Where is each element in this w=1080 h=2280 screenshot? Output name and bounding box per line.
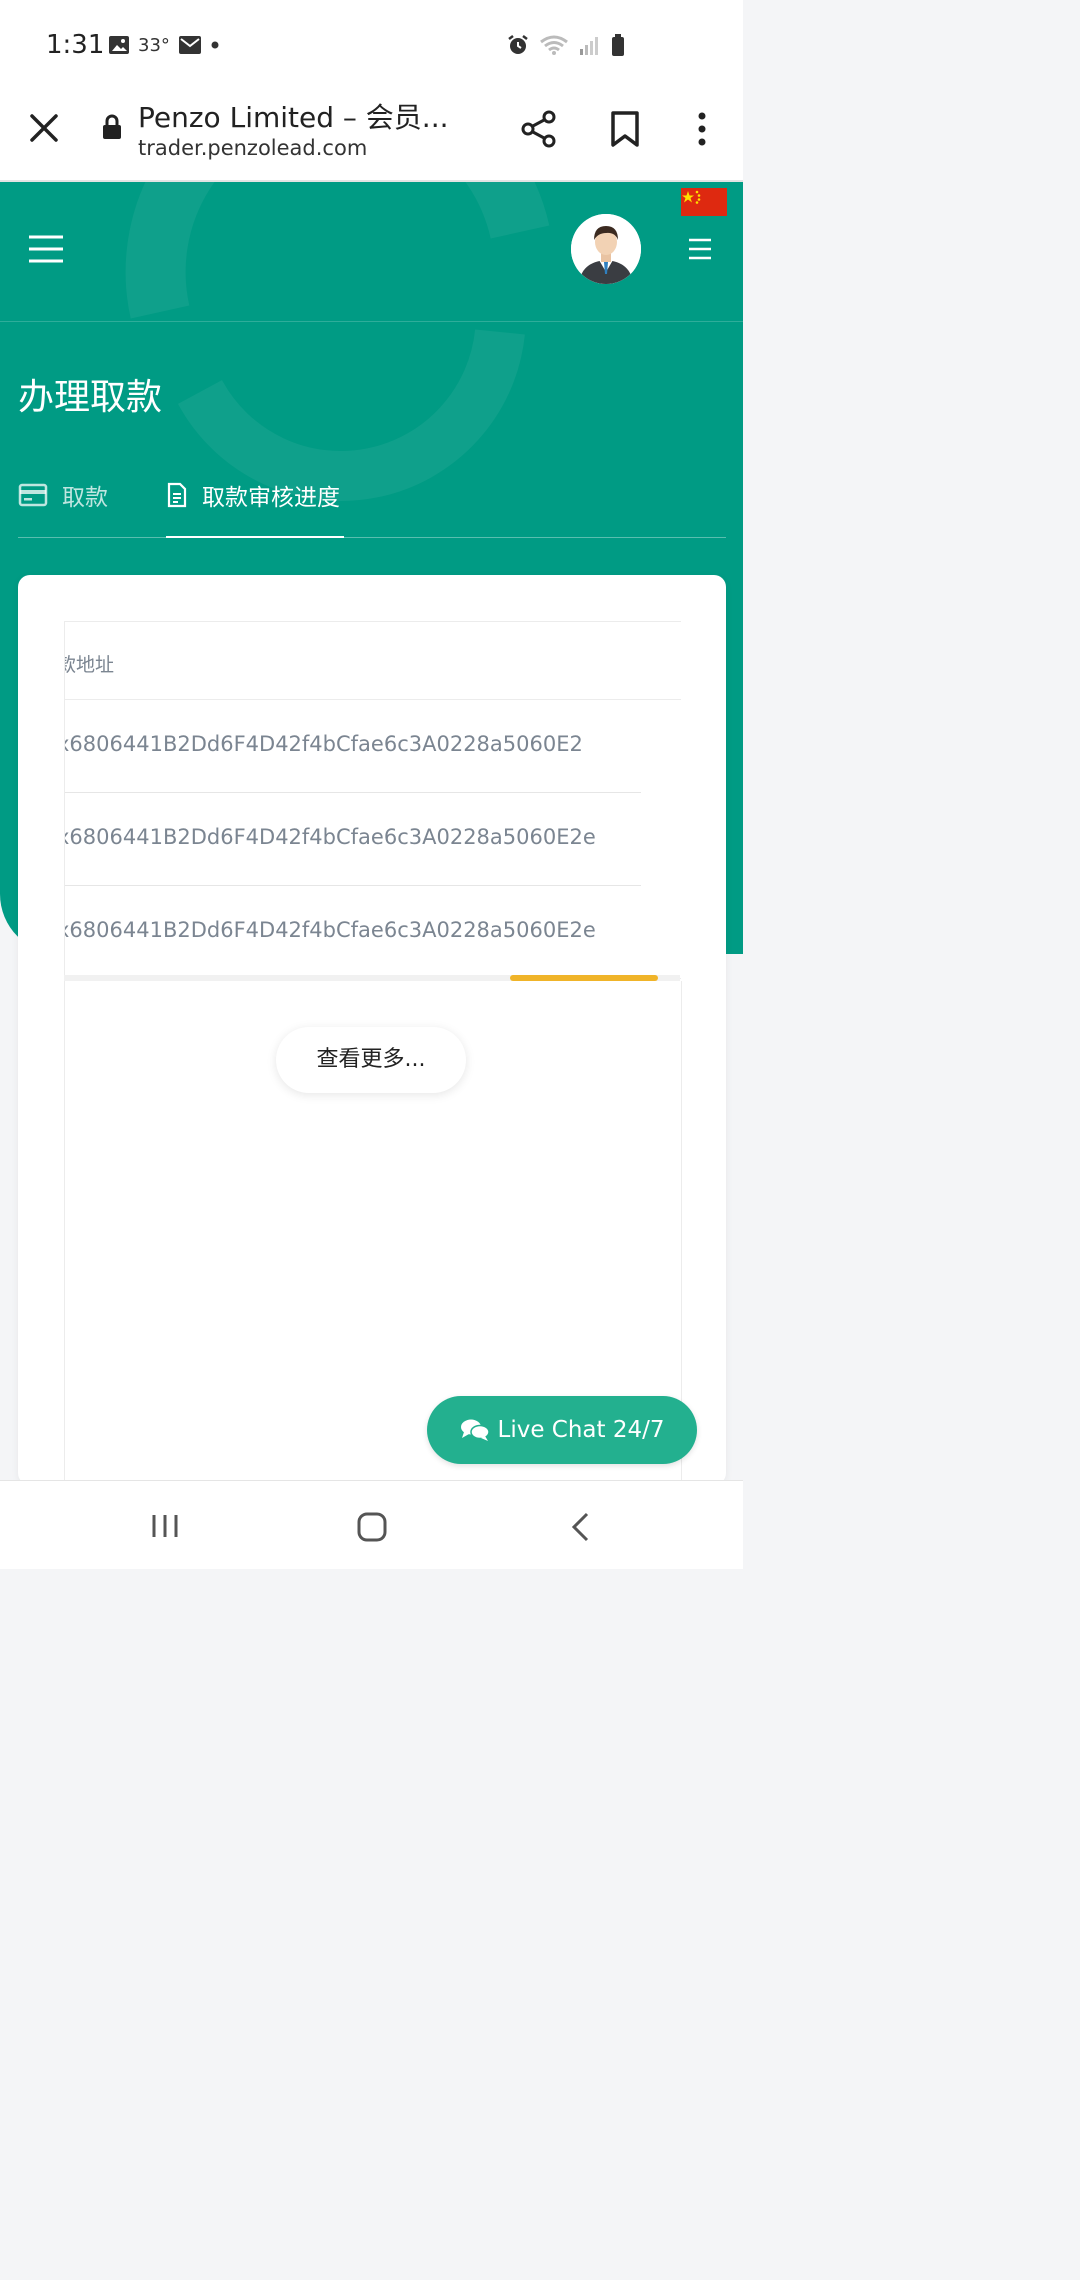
tab-withdraw-progress[interactable]: 取款审核进度: [166, 478, 340, 512]
signal-icon: [580, 37, 598, 55]
back-icon[interactable]: [570, 1511, 590, 1543]
table-row: x6806441B2Dd6F4D42f4bCfae6c3A0228a5060E2…: [65, 886, 641, 978]
system-nav-bar: [0, 1480, 743, 1569]
wifi-icon: [540, 35, 568, 55]
column-header-address: 款地址: [65, 654, 115, 676]
close-icon[interactable]: [28, 112, 60, 144]
live-chat-button[interactable]: Live Chat 24/7: [427, 1396, 697, 1464]
table-row: x6806441B2Dd6F4D42f4bCfae6c3A0228a5060E2: [65, 700, 641, 793]
star-icon: [682, 190, 701, 204]
battery-icon: [612, 34, 624, 56]
section-title: 办理取款: [18, 377, 163, 418]
status-time: 1:31: [46, 30, 105, 60]
language-flag-cn[interactable]: [681, 188, 727, 216]
bookmark-icon[interactable]: [608, 110, 642, 148]
address-cell: x6806441B2Dd6F4D42f4bCfae6c3A0228a5060E2: [64, 732, 583, 756]
withdrawal-table[interactable]: 款地址 x6806441B2Dd6F4D42f4bCfae6c3A0228a50…: [64, 621, 681, 979]
mail-icon: [178, 36, 201, 54]
card-icon: [18, 483, 48, 507]
menu-icon[interactable]: [688, 238, 712, 260]
page-title[interactable]: Penzo Limited – 会员...: [138, 96, 449, 136]
address-cell: x6806441B2Dd6F4D42f4bCfae6c3A0228a5060E2…: [64, 825, 596, 849]
tabs-divider: [18, 537, 726, 538]
tab-progress-label: 取款审核进度: [202, 485, 340, 511]
page-url[interactable]: trader.penzolead.com: [138, 136, 367, 160]
table-header: 款地址: [65, 622, 681, 700]
divider: [0, 321, 743, 322]
temperature: 33°: [138, 34, 170, 56]
status-icons-left: 33°: [108, 34, 220, 56]
document-icon: [167, 482, 187, 508]
image-icon: [109, 36, 129, 54]
withdrawal-card: 款地址 x6806441B2Dd6F4D42f4bCfae6c3A0228a50…: [18, 575, 726, 1485]
address-cell: x6806441B2Dd6F4D42f4bCfae6c3A0228a5060E2…: [64, 918, 596, 942]
browser-toolbar: Penzo Limited – 会员... trader.penzolead.c…: [0, 90, 743, 182]
tab-withdraw[interactable]: 取款: [18, 478, 108, 512]
table-row: x6806441B2Dd6F4D42f4bCfae6c3A0228a5060E2…: [65, 793, 641, 886]
active-tab-indicator: [166, 536, 344, 538]
live-chat-label: Live Chat 24/7: [497, 1417, 665, 1443]
status-icons-right: [507, 34, 625, 56]
chat-bubbles-icon: [460, 1419, 490, 1441]
avatar[interactable]: [571, 214, 641, 284]
recent-apps-icon[interactable]: [150, 1513, 180, 1539]
share-icon[interactable]: [520, 110, 558, 148]
alarm-icon: [508, 35, 528, 54]
home-icon[interactable]: [356, 1511, 388, 1543]
user-avatar-icon: [571, 214, 641, 284]
hamburger-menu-icon[interactable]: [28, 234, 64, 264]
more-options-icon[interactable]: [692, 110, 712, 148]
view-more-button[interactable]: 查看更多...: [276, 1027, 466, 1093]
status-bar: 1:31 33°: [0, 0, 743, 90]
tab-withdraw-label: 取款: [62, 485, 108, 511]
dot-icon: [211, 41, 219, 49]
lock-icon: [103, 114, 121, 139]
